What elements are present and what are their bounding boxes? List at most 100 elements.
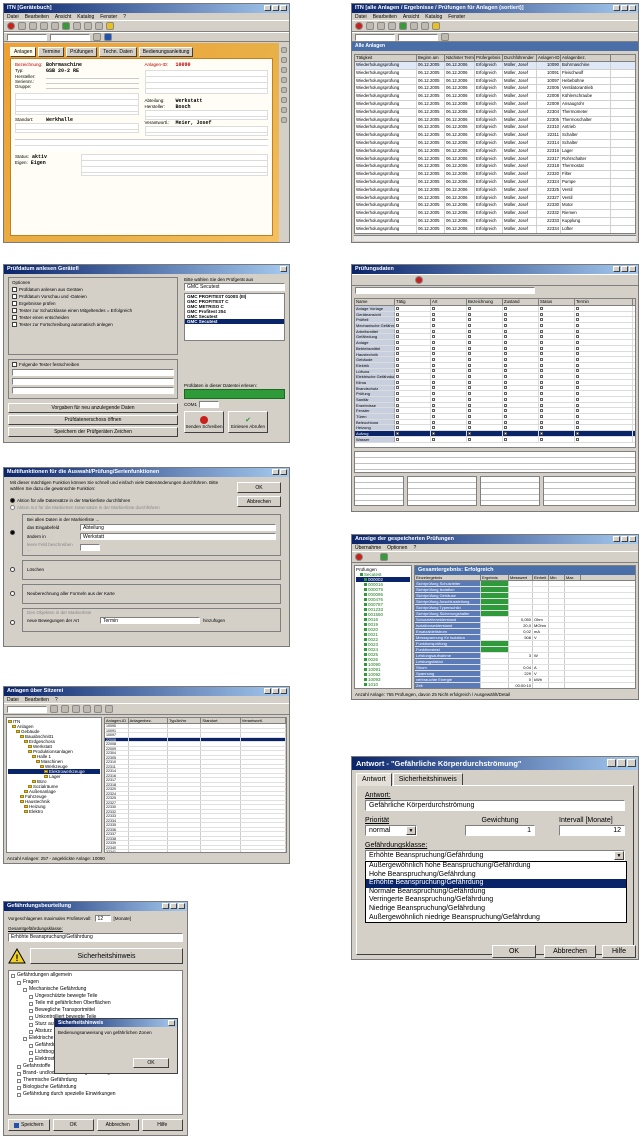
grid-cell[interactable]: [575, 414, 633, 419]
standort-value[interactable]: Werkhalle: [46, 117, 73, 123]
checkbox[interactable]: [432, 397, 435, 401]
grid-cell[interactable]: [503, 385, 539, 391]
menu-item[interactable]: Datei: [7, 14, 19, 20]
minimize-button[interactable]: [264, 688, 271, 694]
close-button[interactable]: [280, 469, 287, 475]
grid-cell[interactable]: [575, 379, 633, 385]
dropdown-option[interactable]: Niedrige Beanspruchung/Gefährdung: [366, 905, 626, 914]
print-icon[interactable]: [410, 22, 418, 30]
grid-cell[interactable]: [467, 425, 503, 431]
save-button[interactable]: Speichern: [8, 1119, 50, 1131]
checkbox[interactable]: [468, 329, 471, 333]
grid-cell[interactable]: [467, 328, 503, 334]
checkbox[interactable]: [540, 426, 543, 430]
checkbox[interactable]: [504, 392, 507, 396]
grid-cell[interactable]: [395, 362, 431, 368]
stop-icon[interactable]: [415, 276, 423, 284]
checkbox[interactable]: [432, 329, 435, 333]
print-icon[interactable]: [73, 22, 81, 30]
column-header[interactable]: Anlagenbez.: [561, 55, 611, 61]
grid-cell[interactable]: [431, 362, 467, 368]
checkbox[interactable]: [504, 329, 507, 333]
grid-cell[interactable]: [539, 317, 575, 323]
grid-cell[interactable]: [467, 419, 503, 425]
ok-button[interactable]: OK: [52, 1119, 94, 1131]
checkbox[interactable]: [432, 306, 435, 310]
read-button[interactable]: ✔ Einlesen Abrufen: [228, 411, 268, 433]
checkbox[interactable]: [468, 397, 471, 401]
grid-cell[interactable]: [431, 351, 467, 357]
checkbox[interactable]: [468, 426, 471, 430]
send-button[interactable]: Senden Schreiben: [184, 411, 224, 433]
grid-cell[interactable]: [467, 385, 503, 391]
checkbox[interactable]: [540, 403, 543, 407]
grid-cell[interactable]: [395, 397, 431, 402]
radio-selected[interactable]: [10, 498, 15, 503]
checkbox[interactable]: [468, 323, 471, 327]
ok-button[interactable]: OK: [237, 482, 281, 493]
folder-icon[interactable]: [106, 22, 114, 30]
table-row[interactable]: Wiederholungsprüfung 06.12.2005 06.12.2006…: [355, 132, 635, 140]
grid-cell[interactable]: [539, 379, 575, 385]
grid-cell[interactable]: [467, 402, 503, 408]
close-button[interactable]: [280, 266, 287, 272]
close-icon[interactable]: [18, 22, 26, 30]
grid-cell[interactable]: [539, 391, 575, 396]
horizontal-scrollbar[interactable]: [354, 235, 636, 241]
grid-cell[interactable]: [575, 402, 633, 408]
checkbox[interactable]: [396, 397, 399, 401]
checkbox[interactable]: [396, 335, 399, 339]
grid-cell[interactable]: [467, 414, 503, 419]
checkbox[interactable]: [432, 340, 435, 344]
grid-cell[interactable]: [503, 345, 539, 351]
dropdown-option[interactable]: Außergewöhnlich hohe Beanspruchung/Gefäh…: [366, 862, 626, 871]
grid-cell[interactable]: [467, 368, 503, 374]
chevron-down-icon[interactable]: ▼: [406, 826, 416, 835]
grid-cell[interactable]: [539, 328, 575, 334]
checkbox[interactable]: [504, 386, 507, 390]
checkbox[interactable]: [576, 358, 579, 362]
table-row[interactable]: Wiederholungsprüfung 06.12.2005 06.12.2006…: [355, 202, 635, 211]
column-header[interactable]: Typ/Art/nr: [168, 718, 202, 723]
grid-cell[interactable]: [395, 368, 431, 374]
checkbox[interactable]: [504, 312, 507, 316]
tree-item[interactable]: Thermische Gefährdung: [11, 1077, 180, 1084]
checkbox[interactable]: [540, 335, 543, 339]
checkbox[interactable]: [504, 426, 507, 430]
refresh-icon[interactable]: [83, 705, 91, 713]
grid-cell[interactable]: [539, 414, 575, 419]
dropdown-option[interactable]: Erhöhte Beanspruchung/Gefährdung: [366, 879, 626, 888]
checkbox[interactable]: [576, 352, 579, 356]
grid-cell[interactable]: [539, 340, 575, 345]
field-block[interactable]: [354, 476, 404, 506]
table-row[interactable]: Wiederholungsprüfung 06.12.2005 06.12.2006…: [355, 93, 635, 101]
movement-select[interactable]: Termin: [100, 617, 200, 624]
grid-cell[interactable]: [395, 357, 431, 362]
checkbox[interactable]: [396, 369, 399, 373]
help-button[interactable]: Hilfe: [141, 1119, 183, 1131]
collapse-icon[interactable]: [105, 705, 113, 713]
cancel-button[interactable]: Abbrechen: [544, 945, 596, 958]
check-icon[interactable]: [380, 553, 388, 561]
field-select[interactable]: Abteilung: [80, 524, 276, 531]
grid-cell[interactable]: [539, 397, 575, 402]
tester-field[interactable]: [12, 378, 174, 385]
cancel-button[interactable]: Abbrechen: [237, 496, 281, 507]
grid-cell[interactable]: [395, 385, 431, 391]
popup-ok-button[interactable]: OK: [133, 1058, 169, 1068]
grid-cell[interactable]: [575, 334, 633, 340]
checkbox[interactable]: [12, 322, 17, 327]
checkbox[interactable]: [504, 397, 507, 401]
checkbox[interactable]: [12, 294, 17, 299]
grid-cell[interactable]: [395, 334, 431, 340]
checkbox[interactable]: [540, 392, 543, 396]
tree-item[interactable]: Teile mit gefährlichen Oberflächen: [11, 1000, 180, 1007]
grid-row[interactable]: Wasser: [355, 436, 635, 443]
close-button[interactable]: [280, 688, 287, 694]
column-header[interactable]: Einzelergebnis: [415, 575, 481, 580]
cancel-button[interactable]: Abbrechen: [97, 1119, 139, 1131]
side-tool-icon[interactable]: [281, 97, 287, 103]
side-tool-icon[interactable]: [281, 117, 287, 123]
checkbox[interactable]: [504, 380, 507, 384]
grid-cell[interactable]: [539, 374, 575, 379]
